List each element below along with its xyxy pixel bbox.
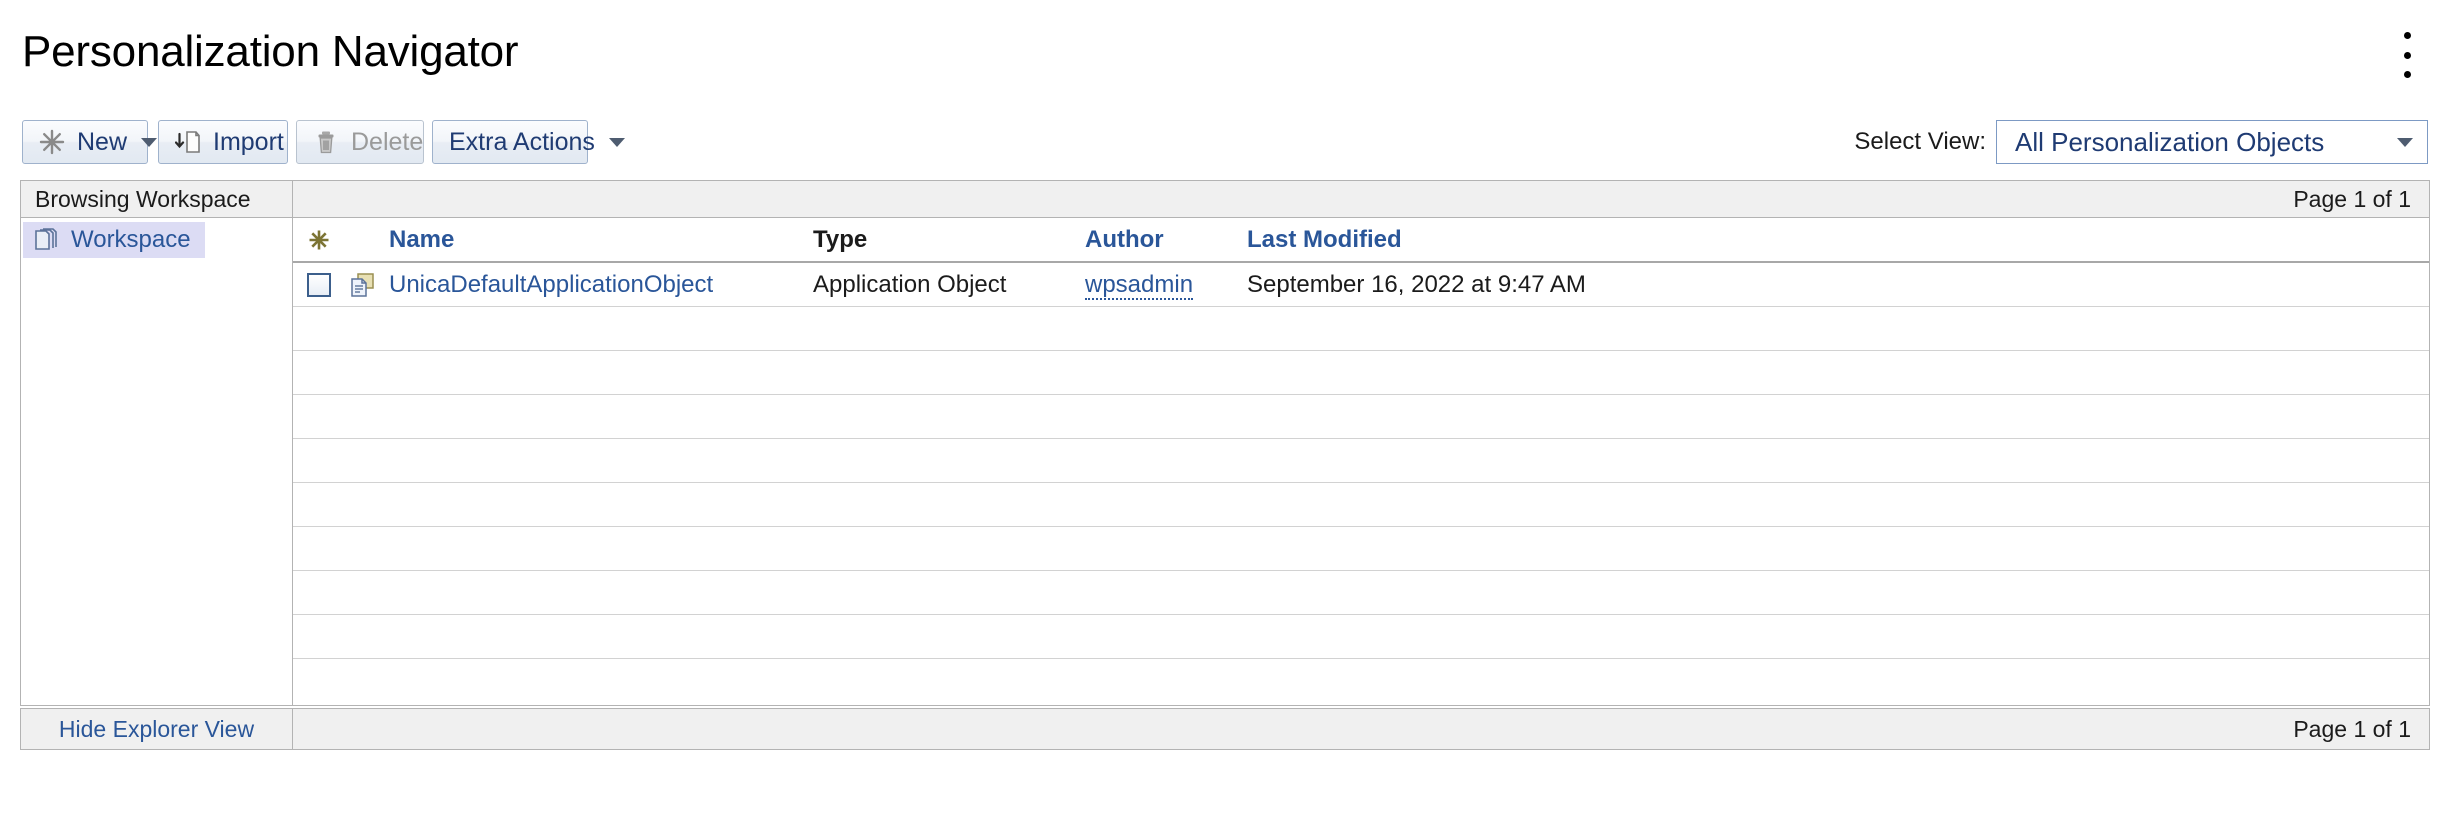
application-object-icon <box>351 272 374 297</box>
content-topbar: Browsing Workspace Page 1 of 1 <box>20 180 2430 218</box>
grid-header-name: Name <box>379 226 813 254</box>
table-row-empty <box>293 571 2429 615</box>
objects-grid: Name Type Author Last Modified UnicaDefa… <box>293 218 2429 705</box>
extra-actions-button[interactable]: Extra Actions <box>432 120 625 164</box>
kebab-menu-icon[interactable] <box>2390 28 2424 82</box>
chevron-down-icon <box>608 137 625 147</box>
sidebar-item-workspace[interactable]: Workspace <box>23 222 205 258</box>
grid-header-author: Author <box>1085 226 1247 254</box>
table-row-empty <box>293 351 2429 395</box>
starburst-icon <box>309 230 329 249</box>
new-button-label: New <box>77 127 128 156</box>
select-view-value: All Personalization Objects <box>2015 126 2325 157</box>
hide-explorer-view-link[interactable]: Hide Explorer View <box>21 709 293 749</box>
column-header-name[interactable]: Name <box>389 226 454 253</box>
table-row-empty <box>293 659 2429 703</box>
toolbar: New Import Delete Extra Actions Select V… <box>0 120 2450 168</box>
page-header: Personalization Navigator <box>0 0 2450 104</box>
row-author-cell: wpsadmin <box>1085 270 1247 300</box>
delete-button-label: Delete <box>351 127 424 156</box>
object-author-link[interactable]: wpsadmin <box>1085 270 1194 300</box>
page-status-top: Page 1 of 1 <box>2293 185 2411 212</box>
chevron-down-icon <box>141 137 158 147</box>
personalization-navigator-page: Personalization Navigator New Import Del… <box>0 0 2450 818</box>
row-type-cell: Application Object <box>813 271 1085 299</box>
row-name-cell: UnicaDefaultApplicationObject <box>379 271 813 299</box>
trash-icon <box>318 131 334 154</box>
import-button-label: Import <box>213 127 284 156</box>
select-view-group: Select View: All Personalization Objects <box>1854 120 2428 164</box>
page-title: Personalization Navigator <box>22 27 519 76</box>
table-row[interactable]: UnicaDefaultApplicationObject Applicatio… <box>293 263 2429 307</box>
object-name-link[interactable]: UnicaDefaultApplicationObject <box>389 271 713 298</box>
grid-header-star <box>293 229 345 251</box>
table-row-empty <box>293 439 2429 483</box>
grid-header-row: Name Type Author Last Modified <box>293 218 2429 263</box>
kebab-dot <box>2403 51 2411 59</box>
row-select-cell <box>293 272 345 297</box>
starburst-icon <box>39 129 65 155</box>
content-frame: Browsing Workspace Page 1 of 1 Workspace <box>20 180 2430 706</box>
page-status-bottom: Page 1 of 1 <box>2293 715 2411 742</box>
grid-empty-rows <box>293 307 2429 703</box>
chevron-down-icon <box>2397 137 2413 147</box>
stacked-pages-icon <box>35 228 57 250</box>
column-header-last-modified[interactable]: Last Modified <box>1247 226 1402 253</box>
import-document-icon <box>175 131 200 153</box>
content-footer: Hide Explorer View Page 1 of 1 <box>20 708 2430 750</box>
object-last-modified-text: September 16, 2022 at 9:47 AM <box>1247 270 1586 298</box>
kebab-dot <box>2403 71 2411 78</box>
row-checkbox[interactable] <box>307 272 331 297</box>
table-row-empty <box>293 395 2429 439</box>
delete-button[interactable]: Delete <box>296 120 424 164</box>
table-row-empty <box>293 527 2429 571</box>
select-view-dropdown[interactable]: All Personalization Objects <box>1996 120 2428 164</box>
column-header-author[interactable]: Author <box>1085 226 1164 253</box>
explorer-pane: Workspace <box>21 218 293 705</box>
row-type-icon-cell <box>345 271 379 299</box>
row-last-modified-cell: September 16, 2022 at 9:47 AM <box>1247 271 2429 299</box>
new-button[interactable]: New <box>22 120 158 164</box>
table-row-empty <box>293 483 2429 527</box>
select-view-label: Select View: <box>1854 128 1986 155</box>
column-header-type: Type <box>813 225 868 253</box>
table-row-empty <box>293 307 2429 351</box>
sidebar-item-workspace-label: Workspace <box>71 226 191 253</box>
kebab-dot <box>2403 32 2411 39</box>
grid-header-last-modified: Last Modified <box>1247 226 2429 254</box>
content-body: Workspace Name Type Author Last Modified… <box>20 218 2430 706</box>
import-button[interactable]: Import <box>158 120 288 164</box>
grid-header-type: Type <box>813 226 1085 254</box>
browsing-workspace-label: Browsing Workspace <box>21 181 293 217</box>
table-row-empty <box>293 615 2429 659</box>
extra-actions-button-label: Extra Actions <box>449 127 595 156</box>
object-type-text: Application Object <box>813 270 1007 298</box>
